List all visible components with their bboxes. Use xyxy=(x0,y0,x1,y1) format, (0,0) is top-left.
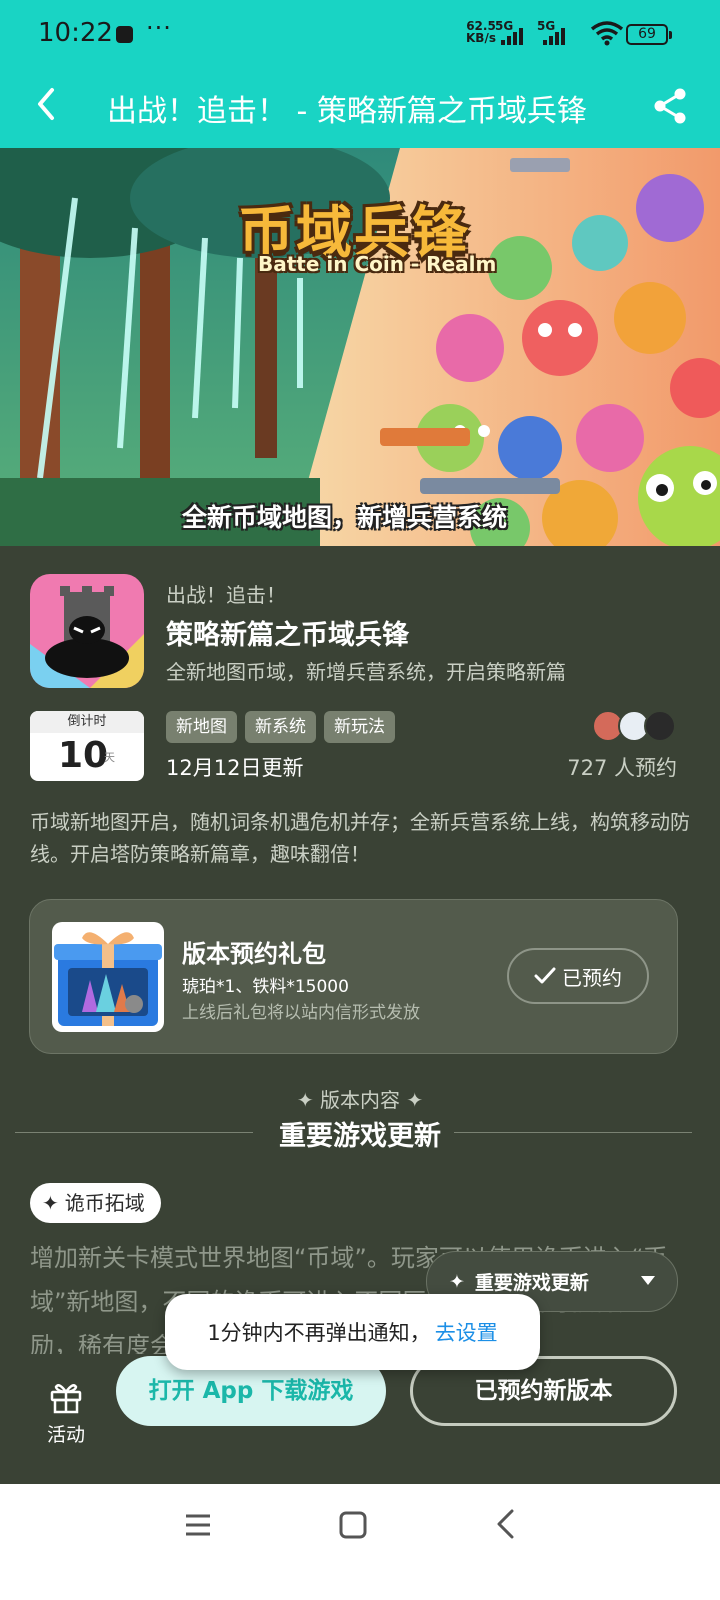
notification-icon xyxy=(116,26,133,43)
wifi-icon xyxy=(590,21,624,46)
back-icon[interactable] xyxy=(494,1508,518,1540)
banner-logo-en: Batte in Coin - Realm xyxy=(258,252,497,276)
caret-down-icon xyxy=(641,1276,655,1285)
countdown-value: 10 xyxy=(58,735,109,776)
feature-pill-label: 诡币拓域 xyxy=(64,1191,145,1215)
system-nav-bar xyxy=(0,1484,720,1600)
status-time: 10:22 xyxy=(38,18,113,48)
tag-list: 新地图 新系统 新玩法 xyxy=(166,711,395,743)
header: 出战！追击！ - 策略新篇之币域兵锋 xyxy=(0,70,720,148)
tag: 新系统 xyxy=(245,711,316,743)
top-bar: 10:22 ··· 62.5 KB/s 5G 5G 69 出战！追击！ - 策略… xyxy=(0,0,720,148)
activity-label: 活动 xyxy=(46,1424,85,1446)
chevron-left-icon[interactable] xyxy=(28,82,68,126)
tower-icon xyxy=(30,574,144,688)
section-kicker: ✦ 版本内容 ✦ xyxy=(0,1084,720,1113)
check-icon xyxy=(534,967,556,984)
gift-items: 琥珀*1、铁料*15000 xyxy=(182,977,349,997)
gift-title: 版本预约礼包 xyxy=(182,940,326,968)
battery-level: 69 xyxy=(638,26,656,42)
countdown-label: 倒计时 xyxy=(30,711,144,733)
activity-button[interactable]: 活动 xyxy=(38,1380,94,1447)
game-intro: 币域新地图开启，随机词条机遇危机并存；全新兵营系统上线，构筑移动防线。开启塔防策… xyxy=(30,810,690,866)
share-icon[interactable] xyxy=(652,86,688,126)
sparkle-icon: ✦ xyxy=(406,1088,424,1112)
home-icon[interactable] xyxy=(339,1511,367,1539)
banner-caption: 全新币域地图，新增兵营系统 xyxy=(182,503,508,532)
tag: 新玩法 xyxy=(324,711,395,743)
countdown-badge: 倒计时 10 天 xyxy=(30,711,144,781)
toast-text: 1分钟内不再弹出通知， xyxy=(207,1321,431,1345)
gift-card: 版本预约礼包 琥珀*1、铁料*15000 上线后礼包将以站内信形式发放 已预约 xyxy=(29,899,678,1054)
section-kicker-text: 版本内容 xyxy=(320,1088,400,1112)
gift-box-icon xyxy=(52,922,164,1032)
gift-reserved-button[interactable]: 已预约 xyxy=(507,948,649,1004)
notification-toast: 1分钟内不再弹出通知， 去设置 xyxy=(165,1294,540,1370)
net-speed-unit: KB/s xyxy=(466,31,496,45)
game-kicker: 出战！追击！ xyxy=(166,583,286,607)
signal-icon: 5G xyxy=(495,19,533,47)
gift-icon xyxy=(50,1384,82,1414)
sparkle-icon: ✦ xyxy=(449,1270,465,1293)
tag: 新地图 xyxy=(166,711,237,743)
status-bar: 10:22 ··· 62.5 KB/s 5G 5G 69 xyxy=(0,0,720,70)
more-notifications-icon: ··· xyxy=(146,14,172,42)
recent-apps-icon[interactable] xyxy=(184,1512,212,1538)
game-banner[interactable]: 币域兵锋 Batte in Coin - Realm 全新币域地图，新增兵营系统 xyxy=(0,148,720,546)
bottom-action-bar: 活动 打开 App 下载游戏 已预约新版本 xyxy=(0,1354,720,1484)
feature-pill: ✦ 诡币拓域 xyxy=(30,1183,161,1223)
game-app-icon[interactable] xyxy=(30,574,144,688)
section-nav-label: 重要游戏更新 xyxy=(474,1272,589,1294)
toast-settings-link[interactable]: 去设置 xyxy=(435,1317,498,1347)
sparkle-icon: ✦ xyxy=(296,1088,314,1112)
game-desc: 全新地图币域，新增兵营系统，开启策略新篇 xyxy=(166,660,566,684)
avatar xyxy=(644,710,676,742)
game-name: 策略新篇之币域兵锋 xyxy=(166,620,409,651)
sparkle-icon: ✦ xyxy=(42,1191,59,1215)
page-title: 出战！追击！ - 策略新篇之币域兵锋 xyxy=(107,94,587,129)
countdown-unit: 天 xyxy=(104,751,115,764)
reserve-count: 727 人预约 xyxy=(567,756,677,780)
signal-icon-2: 5G xyxy=(537,19,577,47)
update-date: 12月12日更新 xyxy=(166,756,304,780)
gift-reserved-label: 已预约 xyxy=(562,965,622,990)
battery-icon: 69 xyxy=(626,24,672,45)
section-title: 重要游戏更新 xyxy=(279,1121,441,1152)
reserver-avatars[interactable] xyxy=(592,710,678,744)
net-speed: 62.5 KB/s xyxy=(466,20,496,44)
gift-note: 上线后礼包将以站内信形式发放 xyxy=(182,1003,420,1023)
